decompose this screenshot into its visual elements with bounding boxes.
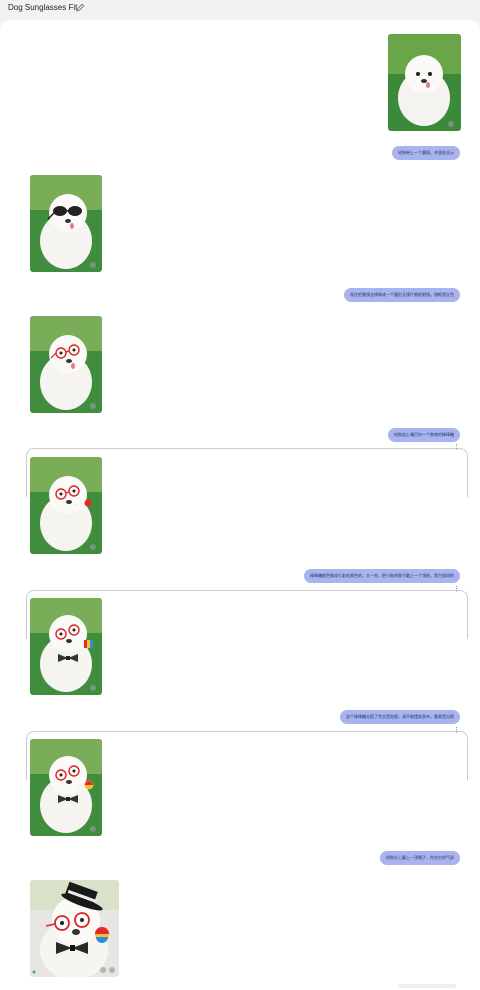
user-message: 给狗带上一个墨镜，并居处显示 xyxy=(392,146,460,160)
chat-title: Dog Sunglasses Fit xyxy=(8,3,78,12)
more-options-icon[interactable]: ⋮ xyxy=(453,444,460,455)
user-message: 给狗加上嘴巴叼一个鲜艳的棒棒糖 xyxy=(388,428,460,442)
generated-image-red-glasses[interactable] xyxy=(30,316,102,413)
generated-image-natural-lollipop[interactable] xyxy=(30,739,102,836)
title-bar: Dog Sunglasses Fit xyxy=(0,0,480,18)
generated-image-hat[interactable] xyxy=(30,880,119,977)
user-message: 棒棒糖颜色换成七彩虹颜色的，大一些，把小狗的脖子戴上一个领结，黑白相间的 xyxy=(304,569,460,583)
user-message: 给狗头上戴上一顶帽子，符合它的气质 xyxy=(380,851,460,865)
pencil-icon[interactable] xyxy=(76,3,85,12)
generated-image-lollipop[interactable] xyxy=(30,457,102,554)
generated-image-sunglasses[interactable] xyxy=(30,175,102,272)
more-options-icon[interactable]: ⋮ xyxy=(453,586,460,597)
generated-image-bowtie[interactable] xyxy=(30,598,102,695)
user-uploaded-image[interactable] xyxy=(388,34,461,131)
scroll-indicator xyxy=(398,984,456,988)
user-message: 这个棒棒糖太假了完全是贴图，请不能摆放表布，重要是自然 xyxy=(340,710,460,724)
more-options-icon[interactable]: ⋮ xyxy=(453,727,460,738)
user-message: 现在把墨镜去掉换成一个圆形无镜片细框眼镜，镜框是红色 xyxy=(344,288,460,302)
